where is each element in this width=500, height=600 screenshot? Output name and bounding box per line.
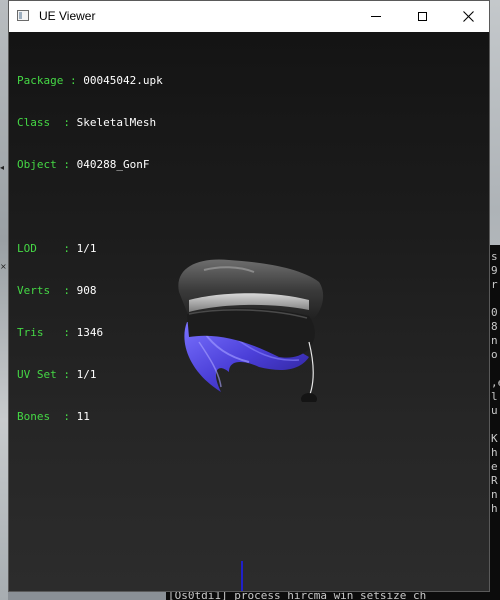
mesh-info-overlay: Package : 00045042.upk Class : SkeletalM…	[17, 46, 163, 452]
3d-viewport[interactable]: Package : 00045042.upk Class : SkeletalM…	[9, 32, 489, 591]
info-row-package: Package : 00045042.upk	[17, 74, 163, 87]
background-console-window: s9r08no,eluKheRnh	[490, 245, 500, 600]
info-row-uvset: UV Set : 1/1	[17, 368, 97, 381]
console-fragment	[491, 419, 500, 431]
maximize-icon	[417, 12, 427, 21]
console-fragment: r	[491, 278, 498, 291]
console-fragment: s	[491, 250, 498, 263]
close-button[interactable]	[445, 1, 491, 32]
console-fragment: K	[491, 432, 498, 445]
console-fragment: l	[491, 390, 498, 403]
info-row-class: Class : SkeletalMesh	[17, 116, 157, 129]
console-fragment	[491, 517, 500, 529]
console-fragment: 8	[491, 320, 498, 333]
desktop-marker: ◂	[0, 163, 5, 172]
console-fragment	[491, 531, 500, 543]
mesh-render-hair-with-cap	[178, 259, 324, 402]
console-fragment: n	[491, 334, 498, 347]
desktop-marker: ×	[0, 262, 7, 271]
close-icon	[462, 11, 474, 22]
info-row-object: Object : 040288_GonF	[17, 158, 150, 171]
console-fragment: o	[491, 348, 498, 361]
console-fragment: h	[491, 502, 498, 515]
info-row-lod: LOD : 1/1	[17, 242, 97, 255]
info-row-tris: Tris : 1346	[17, 326, 104, 339]
info-row-bones: Bones : 11	[17, 410, 90, 423]
origin-axis-line	[241, 561, 243, 591]
info-row-verts: Verts : 908	[17, 284, 97, 297]
minimize-button[interactable]	[353, 1, 399, 32]
ue-viewer-window[interactable]: UE Viewer Package : 00045042.upk Class :…	[8, 0, 490, 592]
title-bar[interactable]: UE Viewer	[9, 1, 489, 32]
console-fragment: 9	[491, 264, 498, 277]
console-fragment: u	[491, 404, 498, 417]
window-title: UE Viewer	[39, 9, 96, 23]
console-fragment: h	[491, 446, 498, 459]
maximize-button[interactable]	[399, 1, 445, 32]
console-fragment	[491, 363, 500, 375]
desktop-background-left	[0, 0, 8, 600]
console-fragment: n	[491, 488, 498, 501]
window-icon	[17, 10, 29, 21]
minimize-icon	[371, 16, 381, 17]
console-fragment: e	[491, 460, 498, 473]
console-fragment	[491, 293, 500, 305]
console-fragment: R	[491, 474, 498, 487]
console-fragment: ,e	[491, 376, 500, 389]
console-fragment: 0	[491, 306, 498, 319]
